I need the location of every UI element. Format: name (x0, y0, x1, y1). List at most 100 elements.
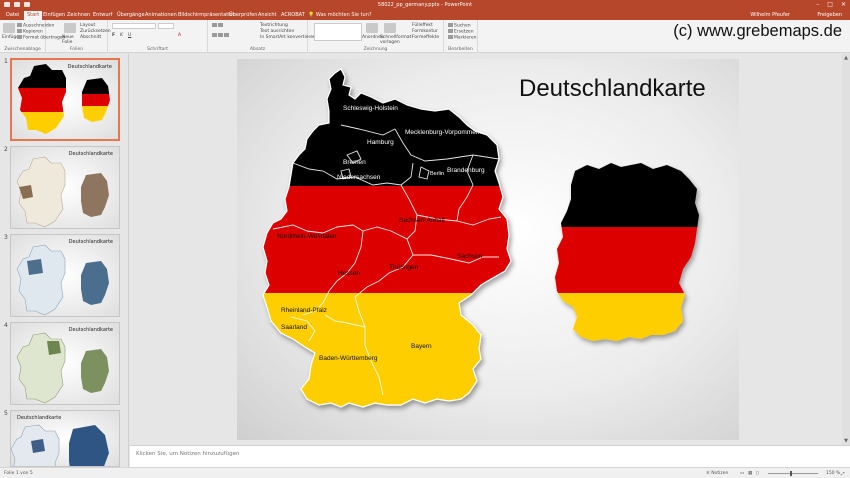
zoom-slider[interactable] (768, 471, 818, 476)
thumbnail-title: Deutschlandkarte (68, 151, 113, 157)
tell-me-text: Was möchten Sie tun? (315, 12, 372, 18)
group-clipboard: Einfügen Ausschneiden Kopieren Format üb… (0, 20, 65, 53)
normal-view-icon[interactable]: ▭ (740, 471, 744, 476)
tab-entwurf[interactable]: Entwurf (93, 12, 112, 18)
slide-counter: Folie 1 von 5 (4, 471, 33, 476)
minimize-icon[interactable]: – (816, 1, 819, 8)
select-button[interactable]: Markieren (448, 35, 477, 41)
thumbnail-title: Deutschlandkarte (68, 239, 113, 245)
align-buttons[interactable] (212, 33, 230, 39)
select-icon (448, 35, 453, 39)
slide-thumbnail-2[interactable]: Deutschlandkarte (10, 146, 120, 229)
fit-to-window-icon[interactable]: ⤢ (841, 471, 845, 477)
tab-start[interactable]: Start (24, 11, 43, 20)
copy-icon (17, 29, 22, 33)
tab-zeichnen[interactable]: Zeichnen (67, 12, 90, 18)
shape-effects-button[interactable]: Formeffekte (412, 35, 439, 40)
state-label-brandenburg: Brandenburg (447, 167, 485, 174)
group-slides: Neue Folie Layout Zurücksetzen Abschnitt… (46, 20, 111, 53)
group-font: F K U A Schriftart (108, 20, 208, 53)
slide-sorter-icon[interactable]: ▦ (748, 471, 752, 476)
state-label-rheinland-pfalz: Rheinland-Pfalz (281, 307, 327, 314)
font-color-button[interactable]: A (178, 33, 181, 38)
arrange-icon[interactable] (366, 23, 378, 33)
font-size-input[interactable] (158, 23, 174, 29)
slide-title[interactable]: Deutschlandkarte (519, 75, 706, 103)
replace-button[interactable]: Ersetzen (448, 29, 474, 35)
window-controls: – □ ✕ (816, 1, 846, 8)
quick-styles-icon[interactable] (384, 23, 396, 33)
new-slide-button[interactable]: Neue Folie (62, 35, 76, 45)
state-label-niedersachsen: Niedersachsen (337, 174, 381, 181)
shape-fill-button[interactable]: Fülleffekt (412, 23, 433, 28)
tab-bildschirmpraesentation[interactable]: Bildschirmpräsentation (178, 12, 236, 18)
thumbnail-title: Deutschlandkarte (17, 415, 62, 421)
reset-button[interactable]: Zurücksetzen (80, 29, 111, 34)
state-label-baden-wuerttemberg: Baden-Württemberg (319, 355, 378, 362)
notes-toggle-label: Notizen (711, 471, 729, 476)
font-name-input[interactable] (112, 23, 156, 29)
tab-einfuegen[interactable]: Einfügen (43, 12, 65, 18)
maximize-icon[interactable]: □ (827, 1, 833, 8)
tab-animationen[interactable]: Animationen (145, 12, 177, 18)
find-label: Suchen (454, 23, 471, 29)
tab-uebergaenge[interactable]: Übergänge (117, 12, 145, 18)
thumb-2-maps (16, 156, 109, 228)
clipboard-group-label: Zwischenablage (4, 47, 41, 52)
copy-button[interactable]: Kopieren (17, 29, 43, 35)
reading-view-icon[interactable]: ▯ (756, 471, 758, 476)
italic-button[interactable]: K (120, 33, 123, 38)
slide-thumbnail-5[interactable]: Deutschlandkarte (10, 410, 120, 467)
notes-pane[interactable]: Klicken Sie, um Notizen hinzuzufügen (130, 445, 850, 467)
slide-thumbnail-3[interactable]: Deutschlandkarte (10, 234, 120, 317)
title-bar: 58022_pp_germany.pptx - PowerPoint – □ ✕ (0, 0, 850, 10)
new-slide-icon[interactable] (64, 23, 76, 33)
germany-map-large (262, 68, 512, 408)
zoom-level[interactable]: 150 % (826, 471, 840, 476)
slides-group-label: Folien (69, 47, 84, 52)
document-title: 58022_pp_germany.pptx - PowerPoint (377, 2, 473, 8)
vertical-scrollbar[interactable]: ▲ ▼ (842, 54, 850, 445)
group-editing: Suchen Ersetzen Markieren Bearbeiten (444, 20, 478, 53)
user-name[interactable]: Wilhelm Pfeufer (750, 12, 790, 18)
bullets-button[interactable] (212, 23, 224, 29)
slide-thumbnail-4[interactable]: Deutschlandkarte (10, 322, 120, 405)
tell-me-search[interactable]: 💡 Was möchten Sie tun? (308, 12, 372, 18)
scissors-icon (17, 23, 22, 27)
shape-outline-button[interactable]: Formkontur (412, 29, 438, 34)
align-text-button[interactable]: Text ausrichten (260, 29, 294, 34)
thumb-3-maps (16, 244, 109, 316)
close-icon[interactable]: ✕ (841, 1, 846, 8)
shapes-gallery[interactable] (314, 23, 362, 41)
bold-button[interactable]: F (112, 33, 115, 38)
current-slide[interactable]: Deutschlandkarte Schleswig-Holstein Meck… (237, 59, 739, 440)
state-label-saarland: Saarland (281, 324, 308, 331)
text-direction-button[interactable]: Textrichtung (260, 23, 288, 28)
scroll-down-icon[interactable]: ▼ (843, 438, 849, 444)
layout-button[interactable]: Layout (80, 23, 95, 28)
underline-button[interactable]: U (128, 33, 131, 38)
ribbon-tabs: Datei Start Einfügen Zeichnen Entwurf Üb… (0, 10, 850, 20)
find-button[interactable]: Suchen (448, 23, 471, 29)
paste-icon[interactable] (3, 23, 15, 33)
share-button[interactable]: Freigeben (817, 12, 842, 18)
tab-ansicht[interactable]: Ansicht (258, 12, 276, 18)
drawing-group-label: Zeichnung (363, 47, 388, 52)
quick-styles-button[interactable]: Schnellformat-vorlagen (380, 35, 413, 45)
scroll-up-icon[interactable]: ▲ (843, 55, 849, 61)
thumb-1-maps (18, 64, 110, 134)
thumb-4-maps (16, 332, 109, 404)
slide-thumbnail-pane: 1 Deutschlandkarte 2 Deutschlandkarte 3 … (0, 54, 129, 467)
germany-flag-maps (262, 68, 699, 408)
notes-toggle[interactable]: ≡ Notizen (706, 471, 728, 476)
tab-ueberpruefen[interactable]: Überprüfen (229, 12, 257, 18)
editing-group-label: Bearbeiten (448, 47, 473, 52)
zoom-slider-thumb[interactable] (790, 471, 792, 476)
slide-thumbnail-1[interactable]: Deutschlandkarte (10, 58, 120, 141)
state-label-nordrhein-westfalen: Nordrhein-Westfalen (277, 233, 337, 240)
replace-icon (448, 29, 453, 33)
section-button[interactable]: Abschnitt (80, 35, 101, 40)
tab-acrobat[interactable]: ACROBAT (281, 12, 305, 18)
tab-datei[interactable]: Datei (6, 12, 19, 18)
state-label-hamburg: Hamburg (367, 139, 394, 146)
